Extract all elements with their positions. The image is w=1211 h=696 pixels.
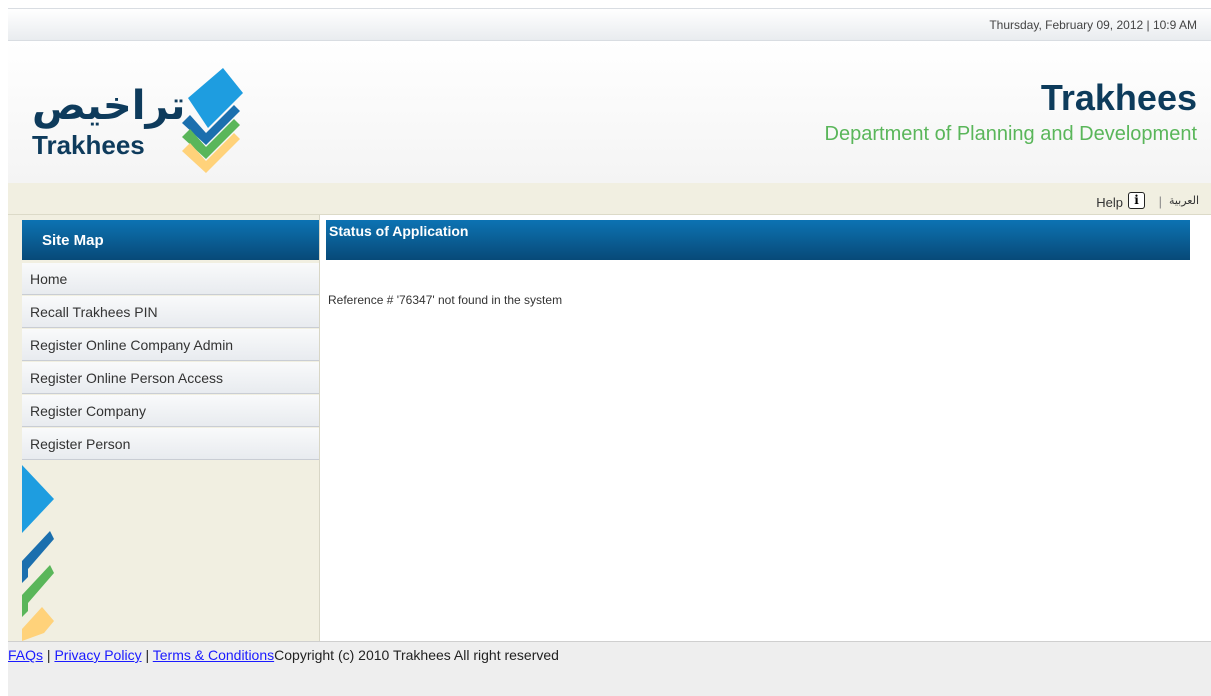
- footer-separator: |: [43, 647, 55, 663]
- arabic-language-link[interactable]: العربية: [1169, 194, 1199, 207]
- header: تراخيص Trakhees Trakhees Department of P…: [8, 41, 1211, 183]
- footer: FAQs | Privacy Policy | Terms & Conditio…: [8, 641, 1211, 696]
- status-header: Status of Application: [326, 220, 1190, 260]
- terms-link[interactable]: Terms & Conditions: [153, 647, 274, 663]
- faqs-link[interactable]: FAQs: [8, 647, 43, 663]
- logo-arabic-text: تراخيص: [32, 83, 186, 129]
- brand-subtitle: Department of Planning and Development: [824, 123, 1197, 145]
- help-link[interactable]: Help: [1096, 195, 1123, 210]
- sidebar-menu: Home Recall Trakhees PIN Register Online…: [22, 263, 319, 461]
- privacy-policy-link[interactable]: Privacy Policy: [54, 647, 141, 663]
- nav-separator: |: [1158, 194, 1162, 209]
- footer-separator: |: [141, 647, 153, 663]
- main-content: Status of Application Reference # '76347…: [320, 215, 1211, 641]
- sidebar-item-register-person-access[interactable]: Register Online Person Access: [22, 362, 319, 394]
- site-map-header: Site Map: [22, 220, 319, 260]
- sidebar-item-recall-pin[interactable]: Recall Trakhees PIN: [22, 296, 319, 328]
- date-bar: Thursday, February 09, 2012 | 10:9 AM: [8, 8, 1211, 41]
- status-title: Status of Application: [329, 223, 469, 239]
- top-nav: Help i | العربية: [8, 183, 1211, 215]
- status-message: Reference # '76347' not found in the sys…: [328, 293, 563, 307]
- brand-title: Trakhees: [1040, 77, 1197, 118]
- decorative-arrows-icon: [22, 465, 54, 641]
- sidebar-item-register-person[interactable]: Register Person: [22, 428, 319, 460]
- copyright-text: Copyright (c) 2010 Trakhees All right re…: [274, 647, 559, 663]
- datetime-text: Thursday, February 09, 2012 | 10:9 AM: [989, 18, 1197, 32]
- logo-english-text: Trakhees: [32, 130, 145, 160]
- sidebar-item-register-company-admin[interactable]: Register Online Company Admin: [22, 329, 319, 361]
- sidebar-item-home[interactable]: Home: [22, 263, 319, 295]
- footer-row: FAQs | Privacy Policy | Terms & Conditio…: [8, 647, 559, 663]
- site-map-title: Site Map: [42, 232, 104, 249]
- sidebar: Site Map Home Recall Trakhees PIN Regist…: [8, 215, 320, 641]
- page: Thursday, February 09, 2012 | 10:9 AM تر…: [8, 8, 1211, 696]
- sidebar-item-register-company[interactable]: Register Company: [22, 395, 319, 427]
- trakhees-logo-icon: [182, 68, 243, 173]
- info-icon[interactable]: i: [1128, 192, 1145, 209]
